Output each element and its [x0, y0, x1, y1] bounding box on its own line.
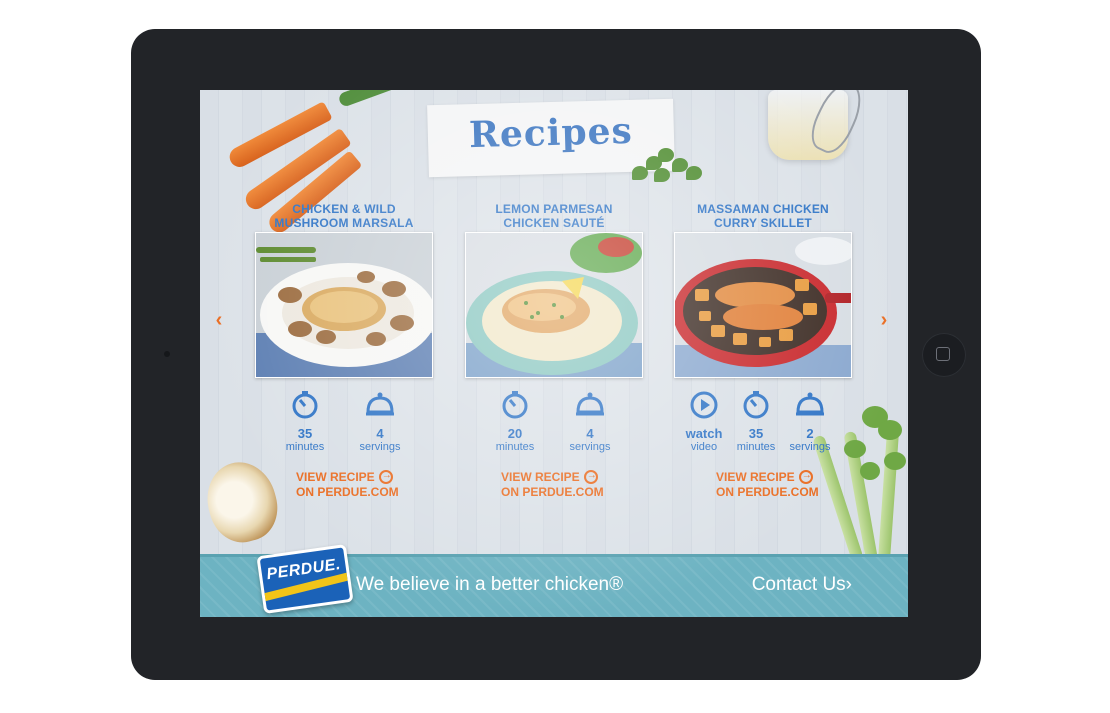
recipe-photo[interactable] — [674, 232, 852, 378]
arrow-circle-icon — [798, 469, 813, 484]
recipe-photo[interactable] — [255, 232, 433, 378]
timer-icon — [743, 391, 769, 419]
camera-dot — [164, 351, 170, 357]
servings: 4 servings — [350, 390, 410, 454]
recipe-title-line: LEMON PARMESAN — [495, 202, 613, 216]
link-text: VIEW RECIPE — [296, 470, 375, 484]
time-unit: minutes — [495, 441, 535, 453]
servings-unit: servings — [569, 441, 611, 453]
servings-value: 4 — [586, 426, 594, 441]
recipe-card-3: MASSAMAN CHICKEN CURRY SKILLET watch vid… — [674, 202, 852, 454]
recipe-title-line: CHICKEN & WILD — [292, 202, 396, 216]
link-text: ON PERDUE.COM — [716, 485, 819, 499]
next-arrow-icon[interactable]: › — [874, 310, 894, 330]
recipe-meta: 20 minutes 4 servings — [465, 390, 643, 454]
servings-value: 2 — [806, 426, 814, 441]
prep-time: 35 minutes — [726, 390, 786, 454]
time-value: 35 — [297, 426, 313, 441]
recipe-title-line: CURRY SKILLET — [714, 216, 812, 230]
link-text: VIEW RECIPE — [501, 470, 580, 484]
video-unit: video — [690, 441, 718, 453]
prep-time: 20 minutes — [485, 390, 545, 454]
cloche-icon — [576, 392, 604, 416]
time-unit: minutes — [285, 441, 325, 453]
view-recipe-link-2[interactable]: VIEW RECIPE ON PERDUE.COM — [501, 469, 641, 500]
time-value: 20 — [507, 426, 523, 441]
arrow-circle-icon — [378, 469, 393, 484]
watch-video[interactable]: watch video — [674, 390, 734, 454]
recipe-title-line: MUSHROOM MARSALA — [274, 216, 414, 230]
recipe-meta: 35 minutes 4 servings — [255, 390, 433, 454]
recipe-meta: watch video 35 minutes 2 servings — [674, 390, 852, 454]
servings-unit: servings — [359, 441, 401, 453]
play-icon — [690, 391, 718, 419]
view-recipe-link-1[interactable]: VIEW RECIPE ON PERDUE.COM — [296, 469, 436, 500]
cloche-icon — [366, 392, 394, 416]
prep-time: 35 minutes — [275, 390, 335, 454]
app-screen: Recipes ‹ › CHICKEN & WILD MUSHROOM MARS… — [200, 90, 908, 617]
onion-decoration — [200, 454, 286, 550]
contact-us-link[interactable]: Contact Us› — [752, 574, 852, 596]
recipe-title: CHICKEN & WILD MUSHROOM MARSALA — [255, 202, 433, 232]
time-unit: minutes — [736, 441, 776, 453]
recipe-title: LEMON PARMESAN CHICKEN SAUTÉ — [465, 202, 643, 232]
view-recipe-link-3[interactable]: VIEW RECIPE ON PERDUE.COM — [716, 469, 856, 500]
recipe-card-2: LEMON PARMESAN CHICKEN SAUTÉ 20 minutes … — [465, 202, 643, 454]
servings: 2 servings — [780, 390, 840, 454]
carrots-decoration — [218, 90, 399, 237]
recipe-title-line: CHICKEN SAUTÉ — [503, 216, 605, 230]
video-label: watch — [685, 426, 723, 441]
parsley-decoration — [628, 146, 708, 186]
timer-icon — [292, 391, 318, 419]
perdue-logo[interactable]: PERDUE. — [256, 544, 354, 614]
link-text: VIEW RECIPE — [716, 470, 795, 484]
home-square-icon — [936, 347, 950, 361]
time-value: 35 — [748, 426, 764, 441]
cloche-icon — [796, 392, 824, 416]
tagline: We believe in a better chicken® — [356, 574, 624, 595]
servings-value: 4 — [376, 426, 384, 441]
servings: 4 servings — [560, 390, 620, 454]
recipe-photo[interactable] — [465, 232, 643, 378]
recipe-title: MASSAMAN CHICKEN CURRY SKILLET — [674, 202, 852, 232]
recipe-title-line: MASSAMAN CHICKEN — [697, 202, 829, 216]
arrow-circle-icon — [583, 469, 598, 484]
timer-icon — [502, 391, 528, 419]
link-text: ON PERDUE.COM — [501, 485, 604, 499]
link-text: ON PERDUE.COM — [296, 485, 399, 499]
prev-arrow-icon[interactable]: ‹ — [209, 310, 229, 330]
home-button[interactable] — [922, 333, 966, 377]
recipe-card-1: CHICKEN & WILD MUSHROOM MARSALA 35 minut… — [255, 202, 433, 454]
servings-unit: servings — [789, 441, 831, 453]
